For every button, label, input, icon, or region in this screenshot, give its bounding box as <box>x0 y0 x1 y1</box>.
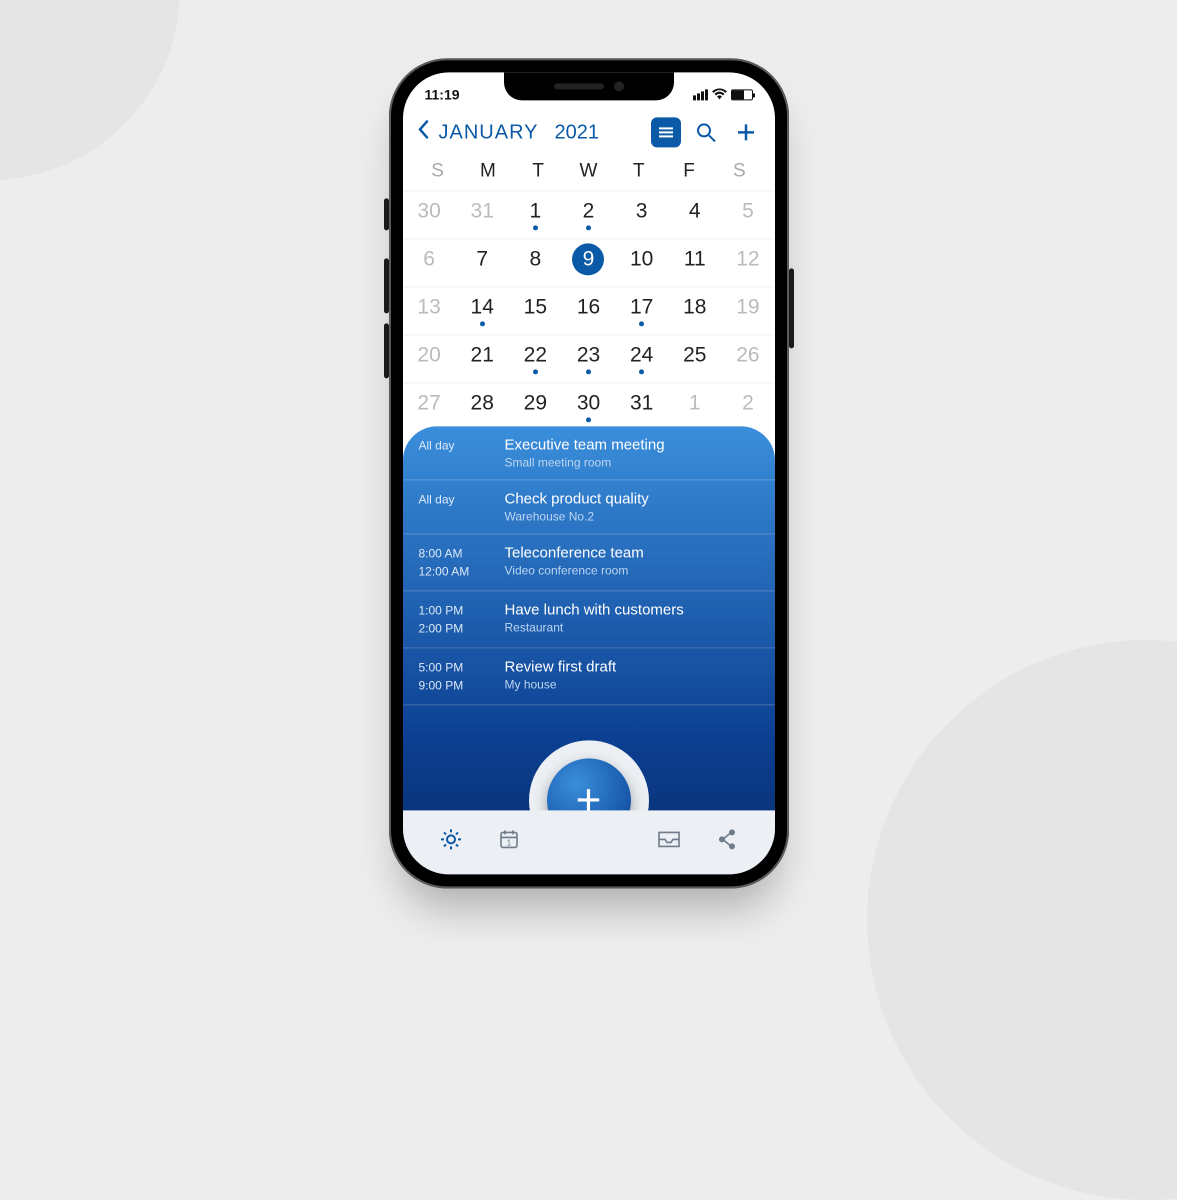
calendar-day[interactable]: 2 <box>721 382 774 430</box>
event-body: Review first draft My house <box>505 658 617 694</box>
calendar-day[interactable]: 18 <box>668 286 721 334</box>
calendar-day[interactable]: 31 <box>615 382 668 430</box>
calendar-day[interactable]: 30 <box>562 382 615 430</box>
event-title: Executive team meeting <box>505 436 665 453</box>
status-time: 11:19 <box>425 86 460 102</box>
calendar-day[interactable]: 26 <box>721 334 774 382</box>
event-location: My house <box>505 677 617 691</box>
event-time: 8:00 AM12:00 AM <box>419 544 491 580</box>
event-row[interactable]: 1:00 PM2:00 PM Have lunch with customers R… <box>403 591 775 648</box>
header-year[interactable]: 2021 <box>555 121 600 144</box>
share-icon[interactable] <box>707 828 747 856</box>
event-time: All day <box>419 436 491 469</box>
header-month[interactable]: JANUARY <box>439 121 539 144</box>
calendar-day[interactable]: 21 <box>456 334 509 382</box>
event-body: Have lunch with customers Restaurant <box>505 601 684 637</box>
phone-frame: 11:19 JANUARY 2021 <box>389 58 789 888</box>
event-location: Small meeting room <box>505 455 665 469</box>
event-location: Video conference room <box>505 563 644 577</box>
calendar-day[interactable]: 12 <box>721 238 774 286</box>
calendar-day[interactable]: 20 <box>403 334 456 382</box>
calendar-day[interactable]: 4 <box>668 190 721 238</box>
svg-text:1: 1 <box>506 838 511 847</box>
screen: 11:19 JANUARY 2021 <box>403 72 775 874</box>
event-title: Review first draft <box>505 658 617 675</box>
calendar-day[interactable]: 3 <box>615 190 668 238</box>
event-title: Teleconference team <box>505 544 644 561</box>
calendar-day[interactable]: 11 <box>668 238 721 286</box>
calendar-day[interactable]: 2 <box>562 190 615 238</box>
event-body: Executive team meeting Small meeting room <box>505 436 665 469</box>
view-toggle-button[interactable] <box>651 117 681 147</box>
calendar-day[interactable]: 8 <box>509 238 562 286</box>
event-body: Check product quality Warehouse No.2 <box>505 490 649 523</box>
bottom-dock: 1 <box>403 810 775 874</box>
event-row[interactable]: All day Executive team meeting Small meeti… <box>403 426 775 480</box>
calendar-day[interactable]: 9 <box>562 238 615 286</box>
calendar-day[interactable]: 19 <box>721 286 774 334</box>
weekday-label: S <box>714 160 764 182</box>
calendar-day[interactable]: 30 <box>403 190 456 238</box>
calendar-day[interactable]: 28 <box>456 382 509 430</box>
power-button <box>789 268 794 348</box>
mute-switch <box>384 198 389 230</box>
calendar-day[interactable]: 27 <box>403 382 456 430</box>
weekday-label: T <box>614 160 664 182</box>
event-title: Have lunch with customers <box>505 601 684 618</box>
calendar-day[interactable]: 29 <box>509 382 562 430</box>
calendar-day[interactable]: 10 <box>615 238 668 286</box>
calendar-day[interactable]: 22 <box>509 334 562 382</box>
weekday-label: M <box>463 160 513 182</box>
search-button[interactable] <box>691 117 721 147</box>
calendar-day[interactable]: 5 <box>721 190 774 238</box>
add-button[interactable] <box>731 117 761 147</box>
signal-icon <box>693 89 708 100</box>
calendar-day[interactable]: 23 <box>562 334 615 382</box>
back-button[interactable] <box>417 119 429 145</box>
event-body: Teleconference team Video conference room <box>505 544 644 580</box>
wifi-icon <box>712 87 727 102</box>
today-icon[interactable] <box>431 828 471 856</box>
calendar-day[interactable]: 6 <box>403 238 456 286</box>
calendar-day[interactable]: 25 <box>668 334 721 382</box>
calendar-day[interactable]: 1 <box>668 382 721 430</box>
calendar-day[interactable]: 7 <box>456 238 509 286</box>
event-row[interactable]: 8:00 AM12:00 AM Teleconference team Video … <box>403 534 775 591</box>
event-time: 5:00 PM9:00 PM <box>419 658 491 694</box>
volume-up-button <box>384 258 389 313</box>
calendar-icon[interactable]: 1 <box>489 828 529 856</box>
volume-down-button <box>384 323 389 378</box>
notch <box>504 72 674 100</box>
battery-icon <box>731 89 753 100</box>
weekday-label: S <box>413 160 463 182</box>
calendar-day[interactable]: 15 <box>509 286 562 334</box>
weekday-label: F <box>664 160 714 182</box>
calendar-day[interactable]: 24 <box>615 334 668 382</box>
event-time: 1:00 PM2:00 PM <box>419 601 491 637</box>
calendar-day[interactable]: 14 <box>456 286 509 334</box>
event-location: Restaurant <box>505 620 684 634</box>
event-row[interactable]: All day Check product quality Warehouse No… <box>403 480 775 534</box>
event-title: Check product quality <box>505 490 649 507</box>
event-row[interactable]: 5:00 PM9:00 PM Review first draft My house <box>403 648 775 705</box>
calendar-day[interactable]: 31 <box>456 190 509 238</box>
app-header: JANUARY 2021 <box>403 110 775 154</box>
weekday-row: SMTWTFS <box>403 154 775 190</box>
calendar-day[interactable]: 13 <box>403 286 456 334</box>
calendar-day[interactable]: 17 <box>615 286 668 334</box>
calendar-day[interactable]: 16 <box>562 286 615 334</box>
weekday-label: T <box>513 160 563 182</box>
event-time: All day <box>419 490 491 523</box>
event-location: Warehouse No.2 <box>505 509 649 523</box>
calendar-grid: 3031123456789101112131415161718192021222… <box>403 190 775 430</box>
inbox-icon[interactable] <box>649 829 689 855</box>
calendar-day[interactable]: 1 <box>509 190 562 238</box>
weekday-label: W <box>563 160 613 182</box>
